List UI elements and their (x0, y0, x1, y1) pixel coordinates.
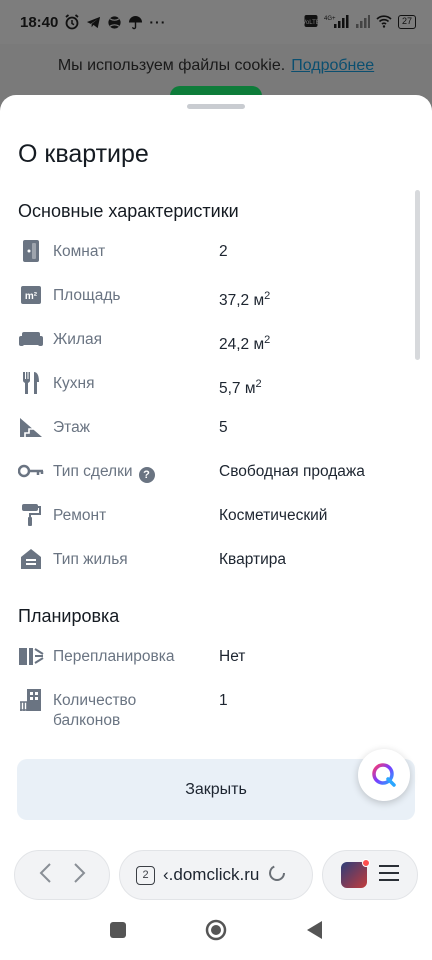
row-housing-type: Тип жилья Квартира (18, 544, 398, 576)
house-icon (18, 546, 44, 572)
row-label: Площадь (53, 287, 121, 304)
svg-text:m²: m² (25, 291, 38, 302)
cookie-more-link[interactable]: Подробнее (291, 57, 374, 75)
status-notification-icons: ··· (64, 14, 166, 30)
assistant-fab[interactable] (358, 749, 410, 801)
door-icon (18, 238, 44, 264)
cutlery-icon (18, 370, 44, 396)
area-icon: m² (18, 282, 44, 308)
profile-avatar[interactable] (340, 859, 370, 888)
row-area: m² Площадь 37,2 м2 (18, 280, 398, 312)
row-label: Тип сделки? (53, 462, 155, 483)
back-icon[interactable] (38, 862, 52, 889)
notification-dot (361, 859, 370, 867)
scrollbar[interactable] (415, 190, 420, 360)
row-label: Тип жилья (53, 551, 128, 568)
section-title-layout: Планировка (18, 606, 120, 626)
tab-count-button[interactable]: 2 (136, 865, 155, 885)
system-nav-bar (0, 904, 432, 960)
signal-2-icon (355, 14, 370, 31)
section-title-main: Основные характеристики (18, 201, 239, 221)
row-label: Комнат (53, 243, 106, 260)
more-icon: ··· (149, 14, 167, 30)
row-value: Нет (219, 648, 246, 665)
row-value: Свободная продажа (219, 463, 365, 480)
browser-toolbar: 2 ‹.domclick.ru (0, 844, 432, 904)
status-time: 18:40 (20, 13, 59, 31)
row-balconies: Количество балконов 1 (18, 685, 398, 729)
ball-icon (107, 15, 122, 30)
browser-nav-buttons (14, 850, 110, 900)
row-renovation: Ремонт Косметический (18, 500, 398, 532)
row-replanning: Перепланировка Нет (18, 641, 398, 673)
svg-text:4G+: 4G+ (324, 16, 336, 22)
row-value: 5,7 м2 (219, 378, 262, 398)
sofa-icon (18, 326, 44, 352)
row-value: 24,2 м2 (219, 334, 271, 354)
row-kitchen: Кухня 5,7 м2 (18, 368, 398, 400)
stairs-icon (18, 414, 44, 440)
row-value: 1 (219, 692, 228, 709)
assistant-icon (372, 763, 396, 787)
volte-icon: VoLTE (302, 14, 320, 31)
row-value: Квартира (219, 551, 286, 568)
row-value: 2 (219, 243, 228, 260)
row-label: Перепланировка (53, 648, 175, 665)
forward-icon[interactable] (73, 862, 87, 889)
signal-icon: 4G+ (324, 14, 350, 31)
address-bar[interactable]: 2 ‹.domclick.ru (119, 850, 313, 900)
reload-icon[interactable] (267, 863, 287, 888)
row-label: Ремонт (53, 507, 107, 524)
url-text[interactable]: ‹.domclick.ru (163, 865, 259, 885)
row-living-area: Жилая 24,2 м2 (18, 324, 398, 356)
umbrella-icon (128, 15, 143, 30)
replanning-icon (18, 643, 44, 669)
row-rooms: Комнат 2 (18, 236, 398, 268)
row-floor: Этаж 5 (18, 412, 398, 444)
apartment-details-sheet: О квартире Основные характеристики Комна… (0, 95, 432, 844)
telegram-icon (86, 15, 101, 30)
svg-text:VoLTE: VoLTE (304, 20, 318, 26)
sheet-drag-handle[interactable] (187, 104, 245, 109)
row-value: 5 (219, 419, 228, 436)
row-label: Жилая (53, 331, 103, 348)
row-value: Косметический (219, 507, 328, 524)
row-deal-type: Тип сделки? Свободная продажа (18, 456, 398, 488)
close-button[interactable]: Закрыть (17, 759, 415, 820)
browser-menu-buttons (322, 850, 418, 900)
row-label: Этаж (53, 419, 91, 436)
paint-roller-icon (18, 502, 44, 528)
status-system-icons: VoLTE 4G+ 27 (302, 14, 416, 31)
row-label: Количество балконов (53, 692, 137, 729)
alarm-icon (64, 14, 80, 30)
row-value: 37,2 м2 (219, 290, 271, 310)
status-bar: 18:40 ··· VoLTE 4G+ 27 (0, 0, 432, 44)
wifi-icon (376, 14, 392, 31)
sheet-title: О квартире (18, 140, 149, 168)
cookie-text: Мы используем файлы cookie. (57, 57, 286, 74)
recent-apps-icon[interactable] (109, 921, 127, 944)
battery-icon: 27 (397, 15, 416, 29)
balcony-icon (18, 687, 44, 713)
hamburger-menu-icon[interactable] (378, 864, 400, 887)
home-icon[interactable] (204, 918, 228, 947)
key-icon (18, 458, 44, 484)
row-label: Кухня (53, 375, 95, 392)
help-icon[interactable]: ? (138, 467, 155, 483)
back-nav-icon[interactable] (305, 920, 323, 945)
